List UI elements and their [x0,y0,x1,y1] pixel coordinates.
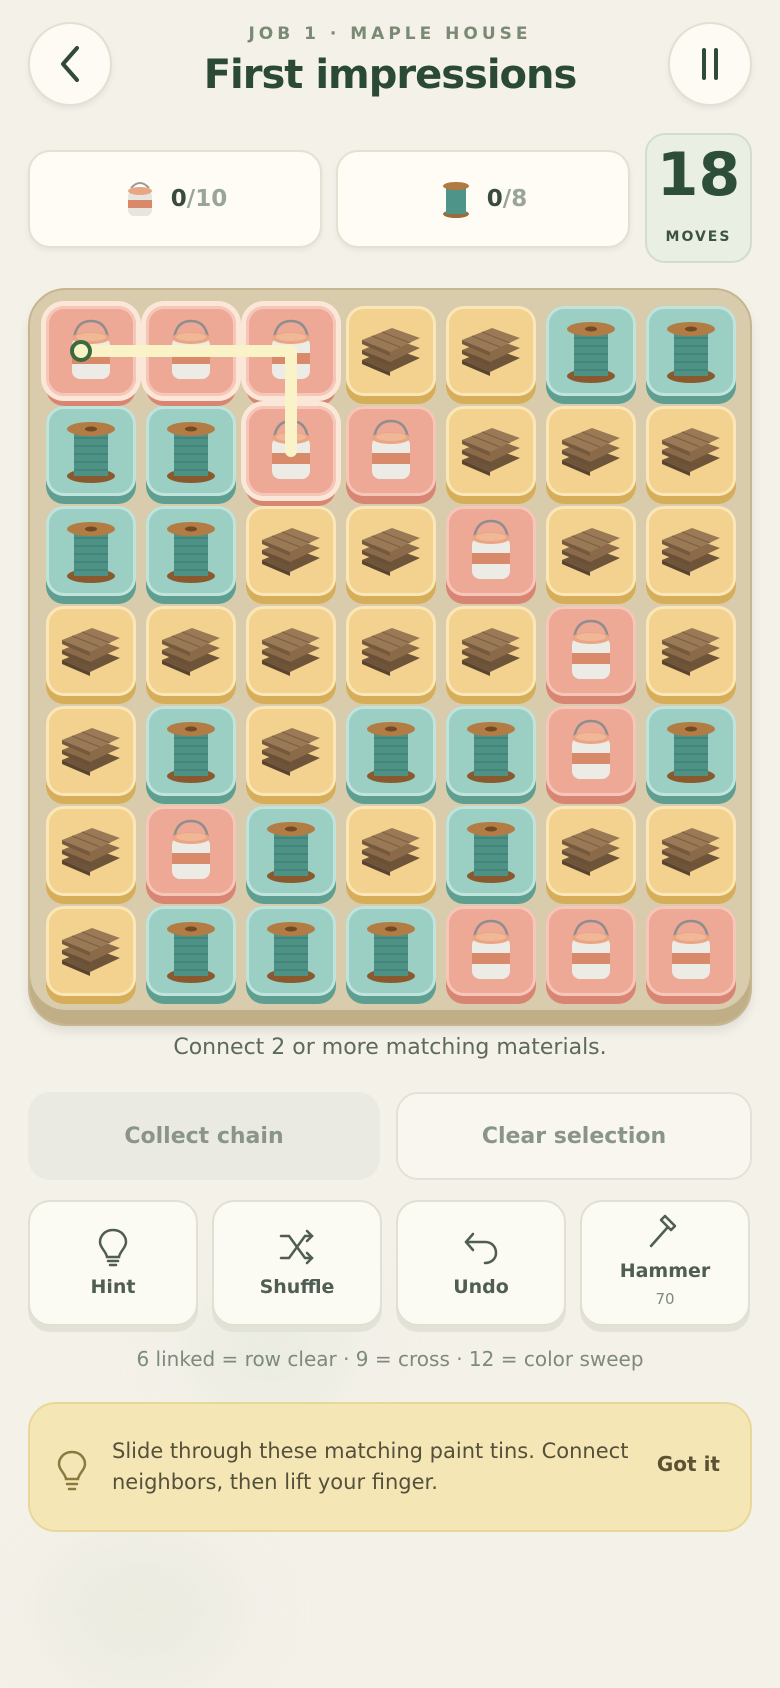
page-title: First impressions [203,52,578,98]
hammer-icon [649,1214,677,1248]
lightbulb-icon [57,1450,87,1491]
chain-line [75,345,297,457]
undo-label: Undo [453,1276,509,1298]
hint-button[interactable]: Hint [28,1200,198,1326]
got-it-button[interactable]: Got it [657,1452,720,1476]
undo-icon [464,1232,498,1265]
game-board [28,288,752,1026]
shuffle-label: Shuffle [259,1276,335,1298]
pause-button[interactable] [668,22,752,106]
shuffle-button[interactable]: Shuffle [212,1200,382,1326]
goal-current: 0 [486,186,503,212]
goal-total: /8 [502,186,528,212]
lightbulb-icon [98,1228,128,1267]
job-subtitle: JOB 1 · MAPLE HOUSE [248,24,532,44]
background-blob [40,1540,240,1680]
instruction-text: Connect 2 or more matching materials. [173,1035,607,1060]
moves-count: 18 [656,140,741,210]
moves-label: MOVES [665,229,732,245]
shuffle-icon [279,1229,314,1265]
chain-start-dot [70,340,92,362]
hammer-label: Hammer [619,1260,711,1282]
hammer-button[interactable]: Hammer 70 [580,1200,750,1326]
hammer-count: 70 [655,1290,675,1308]
undo-button[interactable]: Undo [396,1200,566,1326]
clear-selection-button[interactable]: Clear selection [396,1092,752,1180]
pause-icon [702,48,718,80]
goal-paint-tins: 0/10 [28,150,322,248]
goal-current: 0 [170,186,187,212]
combo-hint: 6 linked = row clear · 9 = cross · 12 = … [136,1347,644,1371]
moves-counter: 18 MOVES [645,133,752,263]
tip-text: Slide through these matching paint tins.… [112,1439,629,1494]
paint-tin-icon [127,182,152,216]
goal-total: /10 [186,186,228,212]
tip-banner: Slide through these matching paint tins.… [28,1402,752,1532]
thread-spool-icon [442,182,469,218]
hint-label: Hint [90,1276,136,1298]
collect-chain-button[interactable]: Collect chain [28,1092,380,1180]
selection-path [70,340,297,457]
goal-thread-spools: 0/8 [336,150,630,248]
